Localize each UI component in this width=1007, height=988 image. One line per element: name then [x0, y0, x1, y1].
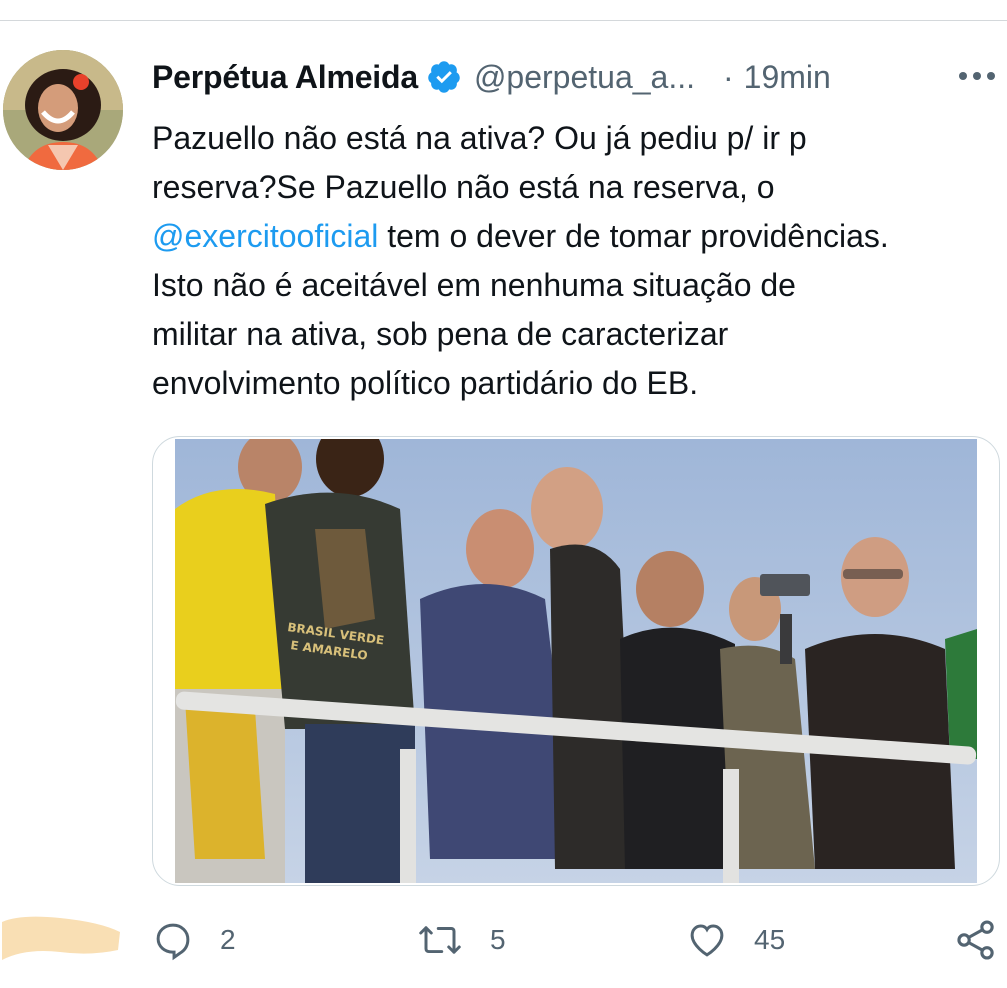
tweet-line-text: envolvimento político partidário do EB. [152, 365, 699, 401]
heart-icon [690, 924, 724, 957]
author-name[interactable]: Perpétua Almeida [152, 59, 418, 96]
retweet-icon [419, 926, 461, 954]
tweet-photo[interactable]: BRASIL VERDE E AMARELO [152, 436, 1000, 886]
separator-dot: · [723, 58, 734, 95]
share-icon [957, 920, 994, 960]
like-count: 45 [754, 924, 786, 955]
timestamp[interactable]: 19min [744, 59, 831, 96]
photo-image: BRASIL VERDE E AMARELO [175, 439, 977, 883]
tweet-line-text: militar na ativa, sob pena de caracteriz… [152, 316, 729, 352]
like-button[interactable]: 45 [686, 910, 785, 970]
tweet-line-text: Isto não é aceitável em nenhuma situação… [152, 267, 796, 303]
retweet-button[interactable]: 5 [416, 910, 506, 970]
reply-count: 2 [220, 924, 236, 955]
tweet-text: Pazuello não está na ativa? Ou já pediu … [152, 114, 1002, 408]
tweet-actions: 2 5 45 [0, 910, 1007, 970]
tweet-line-text: tem o dever de tomar providências. [378, 218, 889, 254]
more-icon[interactable] [958, 70, 996, 82]
top-divider [0, 20, 1007, 21]
avatar[interactable] [3, 50, 123, 170]
reply-button[interactable]: 2 [152, 910, 236, 970]
tweet-line-text: Pazuello não está na ativa? Ou já pediu … [152, 120, 807, 156]
mention-link[interactable]: @exercitooficial [152, 218, 378, 254]
share-button[interactable] [954, 910, 998, 970]
tweet-line-text: reserva?Se Pazuello não está na reserva,… [152, 169, 775, 205]
author-handle[interactable]: @perpetua_a... [474, 59, 695, 96]
tweet-line: @exercitooficial tem o dever de tomar pr… [152, 212, 1002, 261]
retweet-count: 5 [490, 924, 506, 955]
tweet-line: militar na ativa, sob pena de caracteriz… [152, 310, 1002, 359]
tweet-header: Perpétua Almeida @perpetua_a... · 19min [152, 52, 1002, 102]
tweet-line: reserva?Se Pazuello não está na reserva,… [152, 163, 1002, 212]
verified-badge-icon [428, 61, 460, 93]
tweet-line: Isto não é aceitável em nenhuma situação… [152, 261, 1002, 310]
avatar-image [3, 50, 123, 170]
tweet-line: envolvimento político partidário do EB. [152, 359, 1002, 408]
reply-icon [156, 923, 190, 961]
tweet-line: Pazuello não está na ativa? Ou já pediu … [152, 114, 1002, 163]
